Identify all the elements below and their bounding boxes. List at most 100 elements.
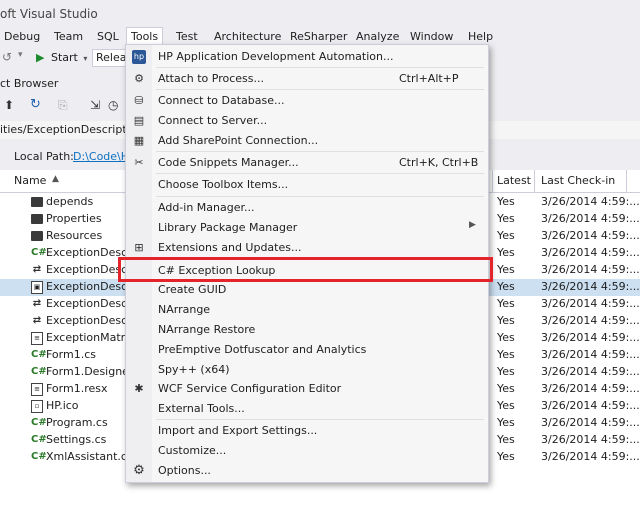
sort-ascending-icon: ▲ [52, 174, 59, 184]
play-icon: ▶ [36, 51, 45, 64]
latest-value: Yes [497, 365, 515, 378]
menu-window[interactable]: Window [406, 28, 457, 45]
chevron-down-icon: ▾ [83, 54, 88, 63]
menu-sql[interactable]: SQL [93, 28, 123, 45]
menu-shortcut: Ctrl+K, Ctrl+B [399, 156, 479, 169]
column-header-name[interactable]: Name [14, 174, 46, 187]
menu-item-narrange[interactable]: NArrange [126, 300, 488, 320]
file-name: Settings.cs [46, 433, 107, 446]
menu-item-code-snippets[interactable]: ✂ Code Snippets Manager... Ctrl+K, Ctrl+… [126, 153, 488, 173]
map-icon[interactable]: ⎘ [58, 98, 68, 113]
file-name: Form1.Designer. [46, 365, 136, 378]
menu-item-choose-toolbox[interactable]: Choose Toolbox Items... [126, 175, 488, 195]
menu-item-customize[interactable]: Customize... [126, 441, 488, 461]
latest-value: Yes [497, 314, 515, 327]
file-name: Resources [46, 229, 103, 242]
menu-separator [156, 89, 484, 90]
checkin-date: 3/26/2014 4:59:... [541, 314, 640, 327]
menu-item-import-export-settings[interactable]: Import and Export Settings... [126, 421, 488, 441]
checkin-date: 3/26/2014 4:59:... [541, 365, 640, 378]
file-name: depends [46, 195, 94, 208]
link-icon: ⇄ [32, 298, 42, 309]
local-path-link[interactable]: D:\Code\H [73, 150, 129, 163]
latest-value: Yes [497, 297, 515, 310]
menu-item-attach-to-process[interactable]: ⚙ Attach to Process... Ctrl+Alt+P [126, 69, 488, 89]
local-path-label: Local Path: [14, 150, 74, 163]
menu-item-label: Create GUID [158, 283, 227, 296]
checkin-date: 3/26/2014 4:59:... [541, 331, 640, 344]
menu-test[interactable]: Test [172, 28, 202, 45]
menu-analyze[interactable]: Analyze [352, 28, 403, 45]
file-name: Properties [46, 212, 102, 225]
workspace-icon[interactable]: ⇲ [90, 98, 100, 112]
menu-architecture[interactable]: Architecture [210, 28, 285, 45]
history-icon[interactable]: ◷ [108, 98, 118, 112]
menu-separator [156, 67, 484, 68]
menu-item-label: Code Snippets Manager... [158, 156, 299, 169]
menu-item-wcf-editor[interactable]: ✱ WCF Service Configuration Editor [126, 379, 488, 399]
menu-item-label: Connect to Server... [158, 114, 268, 127]
menu-item-connect-database[interactable]: ⛁ Connect to Database... [126, 91, 488, 111]
menu-resharper[interactable]: ReSharper [286, 28, 351, 45]
menu-item-label: WCF Service Configuration Editor [158, 382, 342, 395]
gear-icon: ⚙ [133, 463, 145, 478]
link-icon: ⇄ [32, 315, 42, 326]
menu-item-external-tools[interactable]: External Tools... [126, 399, 488, 419]
latest-value: Yes [497, 195, 515, 208]
menu-item-label: NArrange Restore [158, 323, 256, 336]
dropdown-arrow-icon[interactable]: ▾ [18, 50, 23, 60]
column-divider[interactable] [492, 170, 493, 192]
server-icon: ▤ [133, 114, 145, 127]
link-icon: ⇄ [32, 264, 42, 275]
menu-help[interactable]: Help [464, 28, 497, 45]
column-header-last-checkin[interactable]: Last Check-in [541, 174, 615, 187]
undo-icon[interactable]: ↺ [2, 50, 12, 64]
column-header-latest[interactable]: Latest [497, 174, 531, 187]
menu-debug[interactable]: Debug [0, 28, 44, 45]
menu-item-label: Choose Toolbox Items... [158, 178, 289, 191]
menu-item-hp-automation[interactable]: hp HP Application Development Automation… [126, 47, 488, 67]
menu-separator [156, 151, 484, 152]
panel-title: ct Browser [0, 77, 59, 90]
highlight-annotation-box [118, 257, 493, 282]
folder-icon [31, 231, 43, 241]
menu-item-preemptive-dotfuscator[interactable]: PreEmptive Dotfuscator and Analytics [126, 340, 488, 360]
file-name: HP.ico [46, 399, 79, 412]
start-button[interactable]: ▶ Start ▾ [36, 50, 87, 66]
column-divider[interactable] [534, 170, 535, 192]
menu-item-connect-server[interactable]: ▤ Connect to Server... [126, 111, 488, 131]
latest-value: Yes [497, 263, 515, 276]
file-name: Program.cs [46, 416, 108, 429]
menu-item-create-guid[interactable]: Create GUID [126, 280, 488, 300]
menu-separator [156, 173, 484, 174]
wcf-icon: ✱ [134, 382, 144, 395]
cs-file-icon: C# [31, 349, 47, 360]
checkin-date: 3/26/2014 4:59:... [541, 382, 640, 395]
latest-value: Yes [497, 450, 515, 463]
menu-item-label: PreEmptive Dotfuscator and Analytics [158, 343, 367, 356]
column-divider[interactable] [626, 170, 627, 192]
folder-icon [31, 197, 43, 207]
cs-file-icon: C# [31, 247, 47, 258]
upload-icon[interactable]: ⬆ [4, 98, 14, 112]
menu-item-label: External Tools... [158, 402, 245, 415]
menu-item-spy-x64[interactable]: Spy++ (x64) [126, 360, 488, 380]
menu-item-library-package-manager[interactable]: Library Package Manager ▶ [126, 218, 488, 238]
checkin-date: 3/26/2014 4:59:... [541, 263, 640, 276]
menu-item-narrange-restore[interactable]: NArrange Restore [126, 320, 488, 340]
latest-value: Yes [497, 212, 515, 225]
file-icon: ≡ [31, 332, 43, 345]
latest-value: Yes [497, 246, 515, 259]
menu-item-label: HP Application Development Automation... [158, 50, 394, 63]
menu-item-options[interactable]: ⚙ Options... [126, 461, 488, 481]
menu-item-extensions-updates[interactable]: ⊞ Extensions and Updates... [126, 238, 488, 258]
menu-separator [156, 419, 484, 420]
refresh-icon[interactable]: ↻ [30, 97, 41, 112]
menu-separator [156, 196, 484, 197]
menu-item-addin-manager[interactable]: Add-in Manager... [126, 198, 488, 218]
menu-item-add-sharepoint[interactable]: ▦ Add SharePoint Connection... [126, 131, 488, 151]
menu-item-label: Import and Export Settings... [158, 424, 318, 437]
latest-value: Yes [497, 331, 515, 344]
checkin-date: 3/26/2014 4:59:... [541, 416, 640, 429]
menu-team[interactable]: Team [50, 28, 87, 45]
